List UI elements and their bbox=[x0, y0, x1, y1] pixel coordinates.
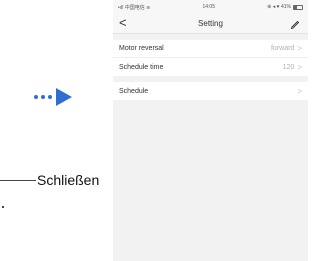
schedule-row[interactable]: Schedule > bbox=[113, 82, 308, 100]
settings-group-2: Schedule > bbox=[113, 82, 308, 100]
status-time: 14:05 bbox=[202, 4, 215, 10]
close-callout-label: Schließen bbox=[37, 172, 100, 188]
edit-icon[interactable] bbox=[290, 19, 300, 29]
callout-line bbox=[0, 180, 36, 181]
schedule-value-wrap: > bbox=[297, 87, 302, 96]
carrier-signal: •ıll 中国电信 ≋ bbox=[118, 4, 151, 11]
chevron-right-icon: > bbox=[297, 86, 302, 96]
schedule-time-label: Schedule time bbox=[119, 63, 164, 71]
arrow-dot bbox=[34, 95, 38, 99]
stray-dot bbox=[2, 206, 4, 208]
schedule-time-row[interactable]: Schedule time 120 > bbox=[113, 58, 308, 76]
chevron-right-icon: > bbox=[297, 62, 302, 72]
motor-reversal-value: forward bbox=[270, 45, 295, 52]
dotted-arrow-icon bbox=[34, 86, 72, 108]
schedule-time-value-wrap: 120 > bbox=[283, 63, 302, 72]
motor-reversal-value-wrap: forward > bbox=[271, 44, 302, 53]
battery-icon bbox=[292, 4, 303, 10]
settings-group-1: Motor reversal forward > Schedule time 1… bbox=[113, 40, 308, 76]
schedule-label: Schedule bbox=[119, 87, 149, 95]
schedule-time-value: 120 bbox=[282, 63, 295, 71]
arrow-head bbox=[56, 88, 72, 106]
status-indicator-text: ⊕ ◂ ♥ 41% bbox=[267, 4, 291, 10]
status-bar: •ıll 中国电信 ≋ 14:05 ⊕ ◂ ♥ 41% bbox=[113, 0, 308, 14]
chevron-right-icon: > bbox=[297, 44, 302, 53]
page-title: Setting bbox=[198, 19, 223, 28]
phone-screen: •ıll 中国电信 ≋ 14:05 ⊕ ◂ ♥ 41% < Setting Mo… bbox=[113, 0, 308, 261]
arrow-dot bbox=[48, 95, 52, 99]
motor-reversal-label: Motor reversal bbox=[119, 45, 164, 52]
status-indicators: ⊕ ◂ ♥ 41% bbox=[267, 4, 303, 10]
motor-reversal-row[interactable]: Motor reversal forward > bbox=[113, 40, 308, 58]
navigation-bar: < Setting bbox=[113, 14, 308, 34]
arrow-dot bbox=[41, 95, 45, 99]
